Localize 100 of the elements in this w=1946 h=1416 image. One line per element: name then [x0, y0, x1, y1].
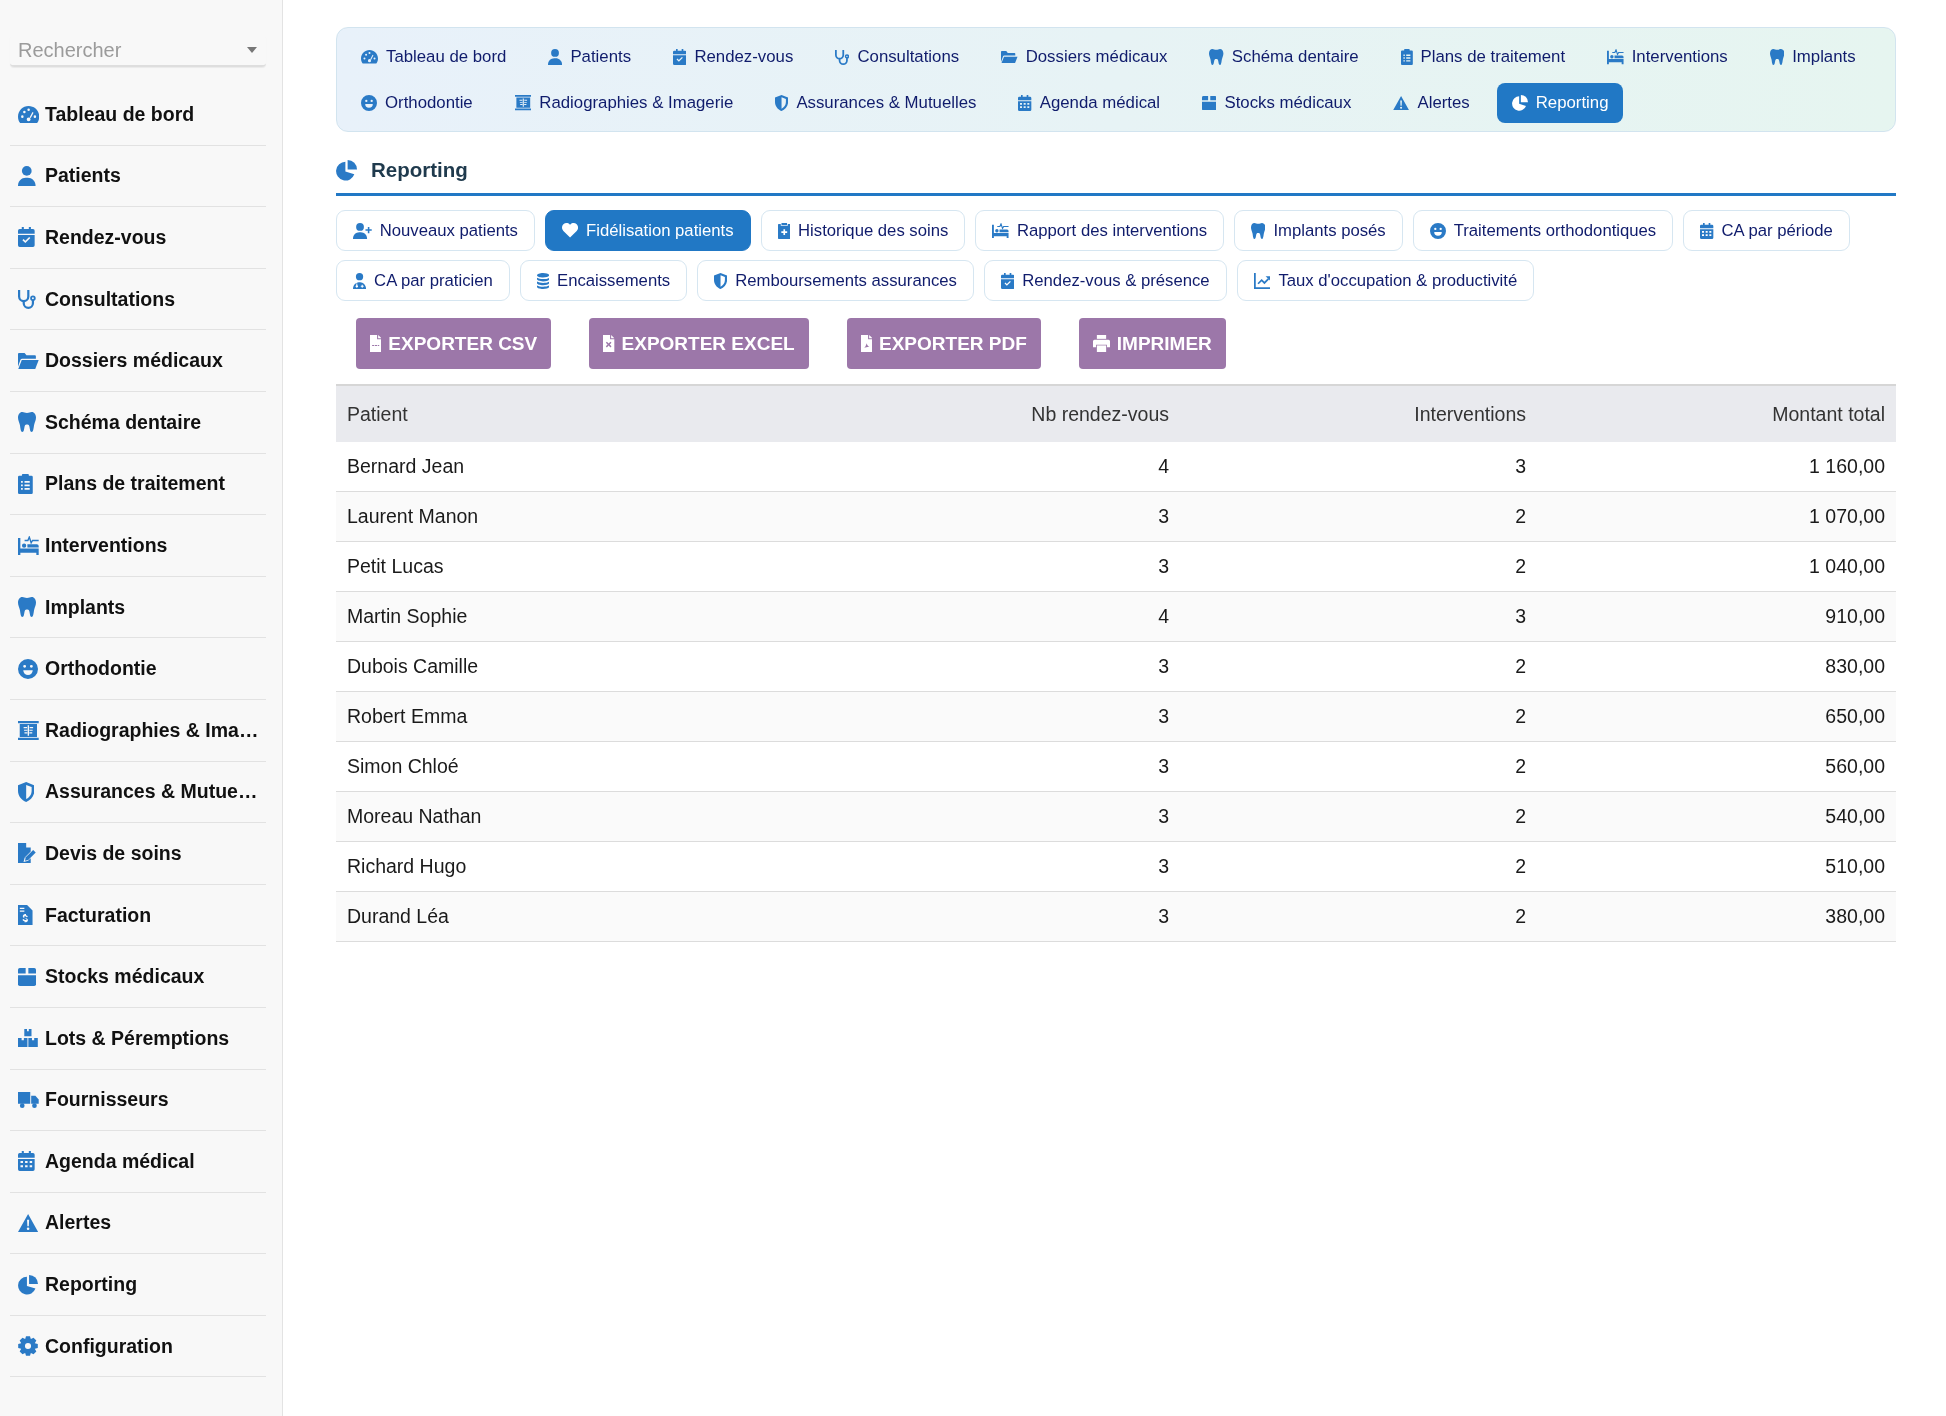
- report-tab[interactable]: Remboursements assurances: [697, 260, 974, 301]
- nav-tab[interactable]: Schéma dentaire: [1194, 37, 1374, 77]
- table-cell: 2: [1180, 891, 1537, 942]
- export-button[interactable]: EXPORTER EXCEL: [589, 318, 809, 369]
- nav-tab[interactable]: Interventions: [1592, 37, 1743, 77]
- report-tab[interactable]: CA par praticien: [336, 260, 510, 301]
- sidebar-item[interactable]: Implants: [10, 576, 266, 639]
- sidebar-item[interactable]: Interventions: [10, 515, 266, 577]
- document-icon: [370, 335, 382, 352]
- box-icon: [1202, 95, 1217, 111]
- report-tab[interactable]: Historique des soins: [760, 210, 966, 251]
- sidebar-item[interactable]: Plans de traitement: [10, 453, 266, 516]
- nav-tab[interactable]: Reporting: [1496, 83, 1624, 123]
- nav-tab[interactable]: Stocks médicaux: [1187, 83, 1367, 123]
- export-button[interactable]: EXPORTER PDF: [846, 318, 1041, 369]
- table-cell: Laurent Manon: [336, 491, 823, 542]
- sidebar-item[interactable]: Agenda médical: [10, 1131, 266, 1193]
- shield-icon: [18, 781, 35, 802]
- nav-tab[interactable]: Dossiers médicaux: [986, 37, 1183, 77]
- report-tab[interactable]: CA par période: [1683, 210, 1850, 251]
- nav-tab[interactable]: Patients: [533, 37, 647, 77]
- smiley-icon: [1429, 222, 1446, 239]
- sidebar-item[interactable]: Assurances & Mutue…: [10, 761, 266, 824]
- user-icon: [18, 165, 36, 186]
- sidebar-item[interactable]: Alertes: [10, 1192, 266, 1255]
- sidebar-item[interactable]: Facturation: [10, 884, 266, 947]
- table-cell: 1 160,00: [1537, 442, 1896, 492]
- table-cell: 540,00: [1537, 791, 1896, 842]
- folder-icon: [18, 352, 39, 369]
- nav-tab[interactable]: Plans de traitement: [1385, 37, 1581, 77]
- user-icon: [548, 49, 563, 65]
- bed-icon: [992, 222, 1009, 239]
- table-cell: 2: [1180, 541, 1537, 592]
- calendar-check-icon: [18, 227, 35, 248]
- column-header: Interventions: [1180, 385, 1537, 442]
- nav-tab[interactable]: Assurances & Mutuelles: [760, 83, 992, 123]
- x-ray-icon: [514, 95, 532, 111]
- gauge-icon: [18, 105, 40, 123]
- heart-icon: [561, 223, 579, 238]
- tooth-icon: [1251, 222, 1266, 239]
- shield-icon: [775, 95, 789, 111]
- report-tab[interactable]: Nouveaux patients: [336, 210, 535, 251]
- nav-tab[interactable]: Orthodontie: [346, 83, 488, 123]
- table-cell: 3: [823, 491, 1180, 542]
- table-cell: 4: [823, 591, 1180, 642]
- clipboard-list-icon: [18, 473, 33, 494]
- sidebar-item[interactable]: Patients: [10, 145, 266, 208]
- report-tab[interactable]: Rendez-vous & présence: [983, 260, 1227, 301]
- table-cell: 3: [1180, 442, 1537, 492]
- nav-tab[interactable]: Alertes: [1378, 83, 1485, 123]
- table-cell: 3: [823, 891, 1180, 942]
- sidebar-item[interactable]: Devis de soins: [10, 823, 266, 885]
- stethoscope-icon: [18, 289, 36, 310]
- table-cell: 3: [823, 841, 1180, 892]
- nav-tab[interactable]: Tableau de bord: [346, 37, 522, 77]
- nav-tab[interactable]: Rendez-vous: [658, 37, 809, 77]
- document-icon: [860, 335, 872, 352]
- table-cell: 2: [1180, 791, 1537, 842]
- sidebar-item[interactable]: Dossiers médicaux: [10, 330, 266, 392]
- report-tab[interactable]: Encaissements: [519, 260, 688, 301]
- sidebar-item[interactable]: Stocks médicaux: [10, 946, 266, 1008]
- export-button[interactable]: IMPRIMER: [1078, 318, 1226, 369]
- pie-chart-icon: [336, 159, 357, 181]
- report-tab[interactable]: Traitements orthodontiques: [1412, 210, 1674, 251]
- sidebar-item[interactable]: Configuration: [10, 1315, 266, 1378]
- report-tab[interactable]: Rapport des interventions: [975, 210, 1225, 251]
- report-tab[interactable]: Fidélisation patients: [544, 210, 751, 251]
- sidebar-item[interactable]: Tableau de bord: [10, 84, 266, 146]
- nav-tab[interactable]: Radiographies & Imagerie: [499, 83, 749, 123]
- table-cell: 2: [1180, 641, 1537, 692]
- clipboard-list-icon: [1400, 49, 1413, 65]
- box-icon: [18, 967, 36, 986]
- nav-tab[interactable]: Consultations: [820, 37, 975, 77]
- table-cell: 3: [1180, 591, 1537, 642]
- calendar-check-icon: [673, 49, 687, 65]
- caret-icon: [247, 47, 257, 53]
- calendar-icon: [1018, 95, 1032, 111]
- report-tab[interactable]: Taux d'occupation & productivité: [1236, 260, 1535, 301]
- sidebar-item[interactable]: Radiographies & Ima…: [10, 699, 266, 762]
- table-cell: Robert Emma: [336, 691, 823, 742]
- sidebar-item[interactable]: Lots & Péremptions: [10, 1007, 266, 1070]
- document-pen-icon: [18, 843, 36, 864]
- nav-tab[interactable]: Agenda médical: [1003, 83, 1176, 123]
- column-header: Montant total: [1537, 385, 1896, 442]
- nav-tab[interactable]: Implants: [1754, 37, 1871, 77]
- sidebar-item[interactable]: Schéma dentaire: [10, 391, 266, 454]
- sidebar-item[interactable]: Consultations: [10, 268, 266, 331]
- table-cell: Richard Hugo: [336, 841, 823, 892]
- table-cell: 4: [823, 442, 1180, 492]
- sidebar-item[interactable]: Rendez-vous: [10, 207, 266, 269]
- clipboard-plus-icon: [777, 222, 791, 239]
- table-cell: 650,00: [1537, 691, 1896, 742]
- invoice-icon: [18, 905, 33, 925]
- report-tab[interactable]: Implants posés: [1234, 210, 1403, 251]
- sidebar-item[interactable]: Reporting: [10, 1254, 266, 1316]
- export-button[interactable]: EXPORTER CSV: [356, 318, 552, 369]
- table-cell: Petit Lucas: [336, 541, 823, 592]
- sidebar-item[interactable]: Fournisseurs: [10, 1069, 266, 1132]
- sidebar-item[interactable]: Orthodontie: [10, 638, 266, 700]
- warning-icon: [1393, 95, 1410, 111]
